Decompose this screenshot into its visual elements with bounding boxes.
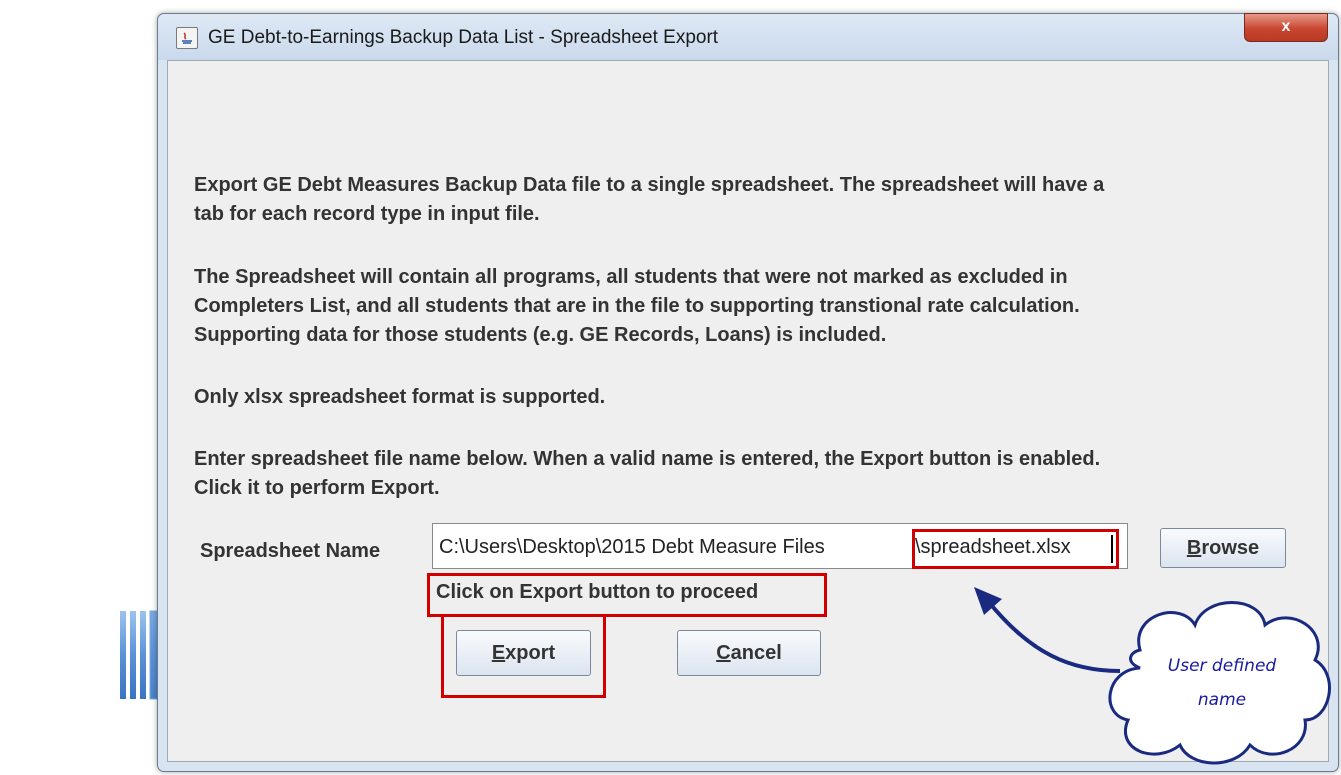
description-line: tab for each record type in input file. <box>194 203 540 225</box>
input-path-text: C:\Users\Desktop\2015 Debt Measure Files <box>439 536 825 558</box>
close-button[interactable]: x <box>1244 13 1328 42</box>
spreadsheet-name-label: Spreadsheet Name <box>200 540 381 562</box>
cancel-button[interactable]: Cancel <box>677 630 821 676</box>
window-title: GE Debt-to-Earnings Backup Data List - S… <box>208 27 719 48</box>
instruction-line: Enter spreadsheet file name below. When … <box>194 448 1101 470</box>
description-line: Supporting data for those students (e.g.… <box>194 324 887 346</box>
title-bar[interactable]: GE Debt-to-Earnings Backup Data List - S… <box>158 13 1338 60</box>
export-button[interactable]: Export <box>456 630 591 676</box>
format-note: Only xlsx spreadsheet format is supporte… <box>194 386 606 408</box>
description-line: Export GE Debt Measures Backup Data file… <box>194 174 1105 196</box>
java-app-icon <box>176 27 198 49</box>
description-line: The Spreadsheet will contain all program… <box>194 266 1068 288</box>
export-mnemonic: E <box>491 642 506 664</box>
cloud-label-line2: name <box>1197 690 1247 710</box>
export-label: xport <box>505 642 556 664</box>
browse-button[interactable]: Browse <box>1160 528 1286 568</box>
text-caret <box>1111 535 1113 563</box>
annotation-cloud <box>1108 601 1331 765</box>
cloud-label-line1: User defined <box>1167 656 1277 676</box>
export-hint: Click on Export button to proceed <box>436 581 759 603</box>
instruction-line: Click it to perform Export. <box>194 477 440 499</box>
browse-mnemonic: B <box>1186 537 1202 559</box>
filename-highlight <box>912 529 1119 569</box>
description-line: Completers List, and all students that a… <box>194 295 1080 317</box>
cancel-mnemonic: C <box>716 642 731 664</box>
browse-label: rowse <box>1201 537 1260 559</box>
cancel-label: ancel <box>730 642 782 664</box>
